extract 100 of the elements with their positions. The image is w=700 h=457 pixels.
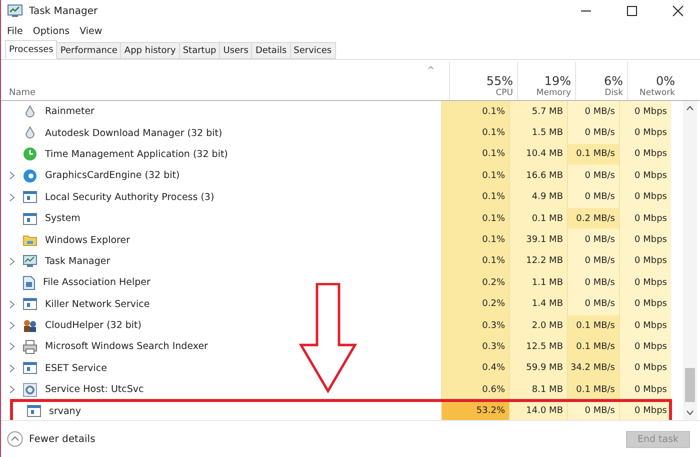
table-cell: 0.2 MB/s — [567, 208, 619, 230]
table-cell: 0.1 MB/s — [567, 379, 619, 400]
table-cell: 0.1% — [441, 101, 509, 122]
window-icon — [23, 191, 37, 204]
table-cell: 0 MB/s — [567, 186, 619, 208]
table-cell: 59.9 MB — [509, 358, 567, 380]
table-cell: 0.1% — [441, 122, 509, 144]
scroll-up-icon[interactable] — [686, 105, 694, 111]
expand-chevron-icon[interactable] — [9, 364, 15, 373]
expand-chevron-icon[interactable] — [9, 342, 15, 352]
table-cell: 12.5 MB — [509, 336, 567, 358]
clock-icon — [23, 147, 37, 162]
table-cell: 0.2% — [441, 294, 509, 315]
table-cell: 0 Mbps — [619, 165, 671, 187]
table-cell: 10.4 MB — [509, 144, 567, 166]
process-name: Microsoft Windows Search Indexer — [45, 341, 208, 352]
process-name: File Association Helper — [43, 277, 150, 288]
table-cell: 0.1% — [441, 229, 509, 251]
window-icon — [27, 405, 41, 418]
table-cell: 0.1% — [441, 208, 509, 230]
expand-chevron-icon[interactable] — [9, 256, 15, 266]
table-cell: 0.6% — [441, 379, 509, 400]
gear-icon — [23, 382, 37, 397]
table-cell: 0.1% — [441, 165, 509, 187]
table-cell: 1.5 MB — [509, 122, 567, 144]
document-icon — [23, 276, 35, 290]
window-icon — [23, 212, 37, 225]
process-name: Killer Network Service — [45, 298, 150, 310]
scroll-down-icon[interactable] — [686, 410, 694, 416]
column-header[interactable]: 6% Disk — [575, 62, 627, 100]
expand-chevron-icon[interactable] — [9, 192, 15, 202]
table-cell: 0.2% — [441, 272, 509, 294]
tab[interactable]: Performance — [57, 42, 122, 59]
table-cell: 0.1 MB/s — [567, 314, 619, 336]
scrollbar[interactable] — [683, 101, 697, 420]
table-cell: 0 MB/s — [567, 294, 619, 315]
table-cell: 34.2 MB/s — [567, 358, 619, 380]
table-cell: 0 Mbps — [619, 208, 671, 230]
table-cell: 0 Mbps — [619, 400, 671, 420]
process-name: srvany — [49, 406, 81, 417]
sort-caret: ^ — [427, 65, 436, 76]
menu-item[interactable]: View — [80, 26, 102, 36]
table-cell: 53.2% — [441, 400, 509, 420]
menu-item[interactable]: Options — [32, 26, 70, 36]
tab[interactable]: Users — [220, 42, 252, 59]
disc-icon — [23, 168, 37, 183]
table-cell: 0 MB/s — [567, 272, 619, 294]
table-cell: 0.1 MB/s — [567, 336, 619, 358]
table-cell: 0.3% — [441, 336, 509, 358]
process-name: Time Management Application (32 bit) — [45, 148, 228, 160]
process-name: CloudHelper (32 bit) — [45, 320, 142, 332]
task-manager-icon — [7, 4, 23, 18]
table-cell: 0 MB/s — [567, 165, 619, 187]
expand-chevron-icon[interactable] — [9, 300, 15, 309]
process-name: Local Security Authority Process (3) — [45, 192, 214, 203]
table-cell: 0 MB/s — [567, 122, 619, 144]
tab[interactable]: App history — [121, 42, 180, 59]
expand-chevron-icon[interactable] — [9, 171, 15, 180]
table-cell: 8.1 MB — [509, 379, 567, 400]
close-icon[interactable] — [672, 5, 684, 17]
collapse-icon — [7, 431, 23, 447]
table-cell: 0 Mbps — [619, 379, 671, 400]
column-header[interactable]: 19% Memory — [517, 62, 575, 100]
printer-icon — [23, 340, 37, 354]
process-name: Rainmeter — [45, 106, 94, 118]
process-name: Windows Explorer — [45, 234, 130, 246]
window-icon — [23, 362, 37, 374]
maximize-icon[interactable] — [626, 5, 638, 17]
table-cell: 0 Mbps — [619, 122, 671, 144]
people-icon — [23, 318, 37, 333]
table-cell: 12.2 MB — [509, 250, 567, 272]
table-cell: 0 Mbps — [619, 294, 671, 315]
table-cell: 5.7 MB — [509, 101, 567, 122]
folder-icon — [23, 234, 37, 246]
tab[interactable]: Services — [290, 42, 336, 59]
expand-chevron-icon[interactable] — [9, 321, 15, 330]
table-cell: 0 Mbps — [619, 101, 671, 122]
column-header[interactable]: Name — [1, 88, 427, 100]
scrollbar-thumb[interactable] — [685, 368, 695, 402]
table-cell: 0 Mbps — [619, 186, 671, 208]
table-cell: 0 Mbps — [619, 250, 671, 272]
menu-item[interactable]: File — [7, 26, 23, 36]
table-cell: 0 Mbps — [619, 314, 671, 336]
table-cell: 0.1% — [441, 144, 509, 166]
table-cell: 0 Mbps — [619, 336, 671, 358]
tab[interactable]: Details — [252, 42, 291, 59]
tab[interactable]: Startup — [180, 42, 220, 59]
table-cell: 0 Mbps — [619, 358, 671, 380]
column-header[interactable]: 0% Network — [627, 62, 679, 100]
table-cell: 0 MB/s — [567, 229, 619, 251]
drop-icon — [23, 104, 37, 119]
table-cell: 4.9 MB — [509, 186, 567, 208]
column-header[interactable]: 55% CPU — [449, 62, 517, 100]
process-name: Service Host: UtcSvc — [45, 384, 144, 396]
table-cell: 1.4 MB — [509, 294, 567, 315]
table-cell: 2.0 MB — [509, 314, 567, 336]
expand-chevron-icon[interactable] — [9, 385, 15, 394]
table-cell: 14.0 MB — [509, 400, 567, 420]
tab[interactable]: Processes — [5, 40, 58, 59]
fewer-details-button[interactable]: Fewer details — [7, 431, 96, 447]
